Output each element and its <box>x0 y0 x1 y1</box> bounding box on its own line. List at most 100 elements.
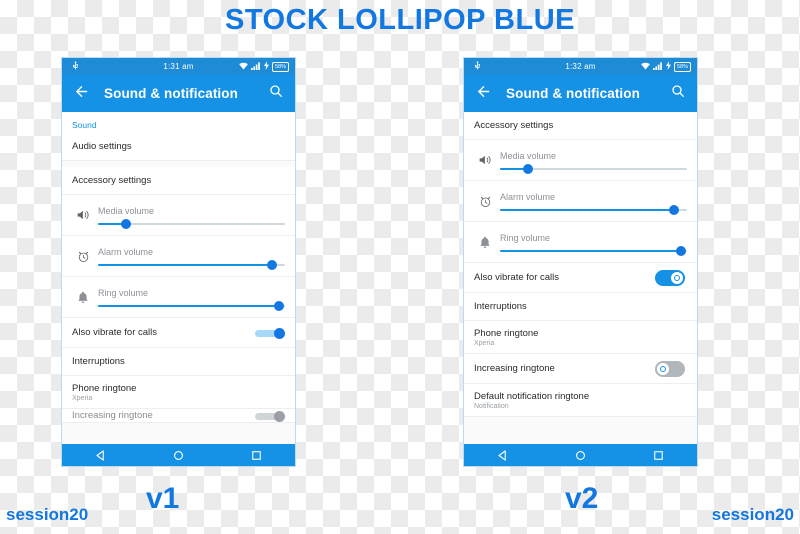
slider-fill <box>98 304 280 307</box>
slider-fill <box>500 249 682 252</box>
speaker-icon <box>474 154 496 166</box>
list-item[interactable]: Alarm volume <box>464 181 697 222</box>
app-bar: Sound & notification <box>62 75 295 112</box>
list-item-title: Phone ringtone <box>72 382 137 394</box>
caption-session-left: session20 <box>6 505 89 524</box>
status-bar-icons: 58% <box>641 61 691 72</box>
list-item[interactable]: Alarm volume <box>62 236 295 277</box>
battery-percent-badge: 58% <box>673 61 691 72</box>
slider-label: Alarm volume <box>98 246 154 257</box>
list-item-title: Also vibrate for calls <box>72 327 158 338</box>
list-item-subtitle: Xperia <box>72 394 93 402</box>
app-bar-title: Sound & notification <box>506 86 640 101</box>
slider-body: Media volume <box>94 206 285 229</box>
nav-home-icon[interactable] <box>575 450 586 461</box>
slider-knob[interactable] <box>274 300 285 311</box>
battery-percent-badge: 58% <box>271 61 289 72</box>
bell-icon <box>474 236 496 249</box>
slider-body: Media volume <box>496 150 687 174</box>
slider-label: Ring volume <box>500 232 551 243</box>
phone-mockup-v1: 1:31 am 58% Sound & notification Sound Audio… <box>61 57 296 467</box>
list-item[interactable]: Audio settings <box>62 133 295 161</box>
volume-slider[interactable] <box>500 204 687 215</box>
slider-body: Ring volume <box>94 287 285 311</box>
status-bar: 1:32 am 58% <box>464 58 697 75</box>
alarm-clock-icon <box>474 195 496 208</box>
list-item[interactable]: Increasing ringtone <box>464 354 697 384</box>
navigation-bar <box>464 444 697 466</box>
list-item-title: Interruptions <box>474 301 527 312</box>
alarm-clock-icon <box>72 250 94 263</box>
slider-knob[interactable] <box>668 204 679 215</box>
list-item[interactable]: Phone ringtone Xperia <box>464 321 697 354</box>
slider-fill <box>500 208 674 211</box>
wifi-icon <box>641 62 650 72</box>
toggle-switch[interactable] <box>655 360 685 377</box>
list-item[interactable]: Default notification ringtone Notificatio… <box>464 384 697 417</box>
back-arrow-icon <box>475 83 492 105</box>
caption-v1: v1 <box>146 482 180 515</box>
list-item[interactable]: Also vibrate for calls <box>464 263 697 293</box>
wifi-icon <box>239 62 248 72</box>
signal-icon <box>652 61 663 72</box>
slider-body: Alarm volume <box>94 246 285 270</box>
list-item[interactable]: Phone ringtone Xperia <box>62 376 295 409</box>
back-button[interactable] <box>72 85 90 103</box>
volume-slider[interactable] <box>98 259 285 270</box>
slider-label: Alarm volume <box>500 191 556 202</box>
caption-v2: v2 <box>565 482 599 515</box>
volume-slider[interactable] <box>500 163 687 174</box>
list-item[interactable]: Ring volume <box>62 277 295 318</box>
slider-label: Ring volume <box>98 287 149 298</box>
list-item-title: Accessory settings <box>72 175 152 186</box>
back-arrow-icon <box>73 83 90 105</box>
signal-icon <box>250 61 261 72</box>
slider-knob[interactable] <box>266 259 277 270</box>
back-button[interactable] <box>474 85 492 103</box>
slider-knob[interactable] <box>523 163 534 174</box>
list-item[interactable]: Interruptions <box>464 293 697 321</box>
bell-icon <box>72 291 94 304</box>
list-item[interactable]: Accessory settings <box>62 167 295 195</box>
app-bar-title: Sound & notification <box>104 86 238 101</box>
nav-home-icon[interactable] <box>173 450 184 461</box>
search-button[interactable] <box>267 85 285 103</box>
slider-knob[interactable] <box>121 218 132 229</box>
slider-body: Alarm volume <box>496 191 687 215</box>
slider-body: Ring volume <box>496 232 687 256</box>
list-item[interactable]: Also vibrate for calls <box>62 318 295 348</box>
section-header-sound: Sound <box>62 112 295 133</box>
toggle-switch[interactable] <box>255 327 285 339</box>
list-item-title: Phone ringtone <box>474 327 539 339</box>
nav-back-icon[interactable] <box>95 449 106 461</box>
toggle-switch[interactable] <box>255 410 285 422</box>
nav-recents-icon[interactable] <box>653 450 664 461</box>
settings-list[interactable]: Accessory settings Media volume Alarm volu… <box>464 112 697 444</box>
list-item[interactable]: Media volume <box>62 195 295 236</box>
caption-session-right: session20 <box>711 505 794 524</box>
search-icon <box>670 83 686 104</box>
charging-bolt-icon <box>665 61 671 72</box>
settings-list[interactable]: Sound Audio settings Accessory settings Med… <box>62 112 295 444</box>
app-bar: Sound & notification <box>464 75 697 112</box>
volume-slider[interactable] <box>500 245 687 256</box>
page-title: STOCK LOLLIPOP BLUE <box>224 4 575 36</box>
list-item[interactable]: Interruptions <box>62 348 295 376</box>
list-item-title: Default notification ringtone <box>474 390 590 402</box>
list-item-title: Accessory settings <box>474 120 554 131</box>
search-icon <box>268 83 284 104</box>
slider-knob[interactable] <box>676 245 687 256</box>
volume-slider[interactable] <box>98 300 285 311</box>
nav-back-icon[interactable] <box>497 449 508 461</box>
charging-bolt-icon <box>263 61 269 72</box>
list-item[interactable]: Accessory settings <box>464 112 697 140</box>
toggle-switch[interactable] <box>655 269 685 286</box>
list-item[interactable]: Media volume <box>464 140 697 181</box>
list-item[interactable]: Ring volume <box>464 222 697 263</box>
nav-recents-icon[interactable] <box>251 450 262 461</box>
list-item-title: Interruptions <box>72 356 125 367</box>
search-button[interactable] <box>669 85 687 103</box>
volume-slider[interactable] <box>98 218 285 229</box>
list-item-partial[interactable]: Increasing ringtone <box>62 409 295 423</box>
slider-label: Media volume <box>500 150 557 161</box>
